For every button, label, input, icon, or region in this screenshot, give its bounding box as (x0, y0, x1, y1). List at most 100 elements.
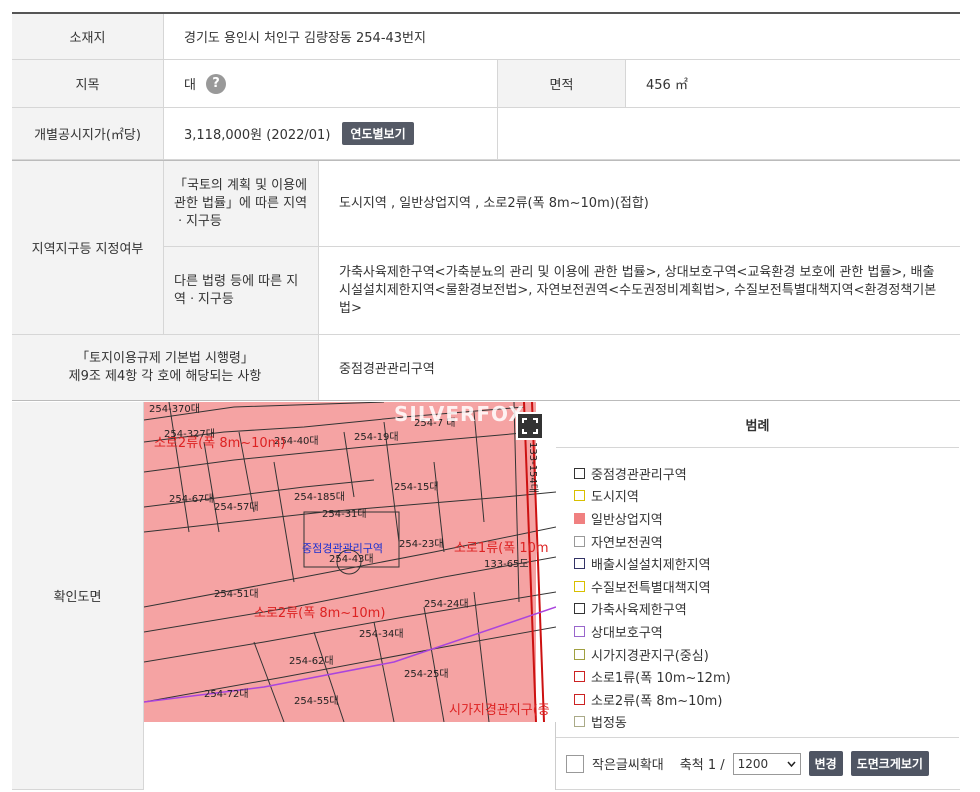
road-label: 시가지경관지구(중 (449, 703, 550, 718)
parcel-label: 254-185대 (294, 491, 345, 503)
small-text-checkbox[interactable] (566, 754, 584, 773)
other-law-row: 다른 법령 등에 따른 지역ㆍ지구등 가축사육제한구역<가축분뇨의 관리 및 이… (164, 247, 960, 334)
map-label: 확인도면 (12, 402, 144, 789)
legend-item-label: 도시지역 (591, 490, 639, 506)
legend-swatch (574, 648, 585, 660)
legend-item: 중점경관관리구역 (574, 462, 959, 485)
zoning-details: 「국토의 계획 및 이용에 관한 법률」에 따른 지역ㆍ지구등 도시지역 , 일… (164, 161, 960, 334)
legend-swatch (574, 625, 585, 637)
legend-item: 도시지역 (574, 485, 959, 508)
legend-item-label: 소로1류(폭 10m~12m) (591, 671, 731, 687)
area-value: 456 ㎡ (646, 78, 688, 93)
category-cell: 대 ? (164, 60, 498, 107)
map-section: 확인도면 254-370대 254-327대 254-40대 254-19대 2… (12, 402, 960, 790)
legend-swatch (574, 716, 585, 728)
price-cell: 3,118,000원 (2022/01) 연도별보기 (164, 108, 498, 159)
map-controls: 작은글씨확대 축척 1 / 1200 변경 도면크게보기 (556, 737, 959, 789)
national-law-value: 도시지역 , 일반상업지역 , 소로2류(폭 8m~10m)(접합) (339, 195, 649, 211)
land-rule-label: 「토지이용규제 기본법 시행령」 제9조 제4항 각 호에 해당되는 사항 (12, 335, 319, 400)
legend-swatch (574, 535, 585, 547)
legend-title: 범례 (556, 402, 959, 448)
legend-item: 상대보호구역 (574, 620, 959, 643)
scale-label: 축척 1 / (679, 758, 725, 773)
land-info-table: 소재지 경기도 용인시 처인구 김량장동 254-43번지 지목 대 ? 면적 … (12, 12, 960, 401)
category-row: 지목 대 ? 면적 456 ㎡ (12, 60, 960, 108)
legend-item-label: 법정동 (591, 716, 627, 732)
legend-swatch (574, 512, 585, 524)
legend-swatch (574, 467, 585, 479)
other-law-label: 다른 법령 등에 따른 지역ㆍ지구등 (164, 247, 319, 334)
legend-item-label: 상대보호구역 (591, 625, 663, 641)
other-law-value: 가축사육제한구역<가축분뇨의 관리 및 이용에 관한 법률>, 상대보호구역<교… (339, 264, 937, 316)
legend-item: 소로1류(폭 10m~12m) (574, 665, 959, 688)
zoning-label: 지역지구등 지정여부 (12, 161, 164, 334)
parcel-label: 254-19대 (354, 431, 399, 443)
parcel-label: 133-154대 (527, 442, 539, 493)
legend-item: 소로2류(폭 8m~10m) (574, 688, 959, 711)
legend-item-label: 소로2류(폭 8m~10m) (591, 693, 723, 709)
parcel-label: 254-67대 (169, 493, 214, 505)
land-rule-value: 중점경관관리구역 (339, 362, 435, 377)
parcel-label: 254-31대 (322, 508, 367, 520)
location-label: 소재지 (12, 14, 164, 59)
legend-list: 중점경관관리구역 도시지역 일반상업지역 자연보전권역 배출시설설치제한지역 수… (556, 448, 959, 733)
legend-item: 시가지경관지구(중심) (574, 643, 959, 666)
area-label: 면적 (498, 60, 626, 107)
parcel-label: 254-25대 (404, 668, 449, 680)
category-value: 대 (184, 78, 196, 93)
parcel-label: 254-15대 (394, 481, 439, 493)
expand-icon (522, 418, 538, 434)
parcel-label: 254-51대 (214, 588, 259, 600)
parcel-label: 254-62대 (289, 655, 334, 667)
legend-swatch (574, 671, 585, 683)
legend-item: 배출시설설치제한지역 (574, 552, 959, 575)
cadastral-map[interactable]: 254-370대 254-327대 254-40대 254-19대 254-7 … (144, 402, 556, 722)
help-icon[interactable]: ? (205, 73, 226, 94)
legend-item-label: 가축사육제한구역 (591, 603, 687, 619)
enlarge-map-button[interactable]: 도면크게보기 (850, 751, 929, 776)
legend-swatch (574, 490, 585, 502)
category-label: 지목 (12, 60, 164, 107)
legend-item: 일반상업지역 (574, 507, 959, 530)
legend-item: 법정동 (574, 711, 959, 734)
legend-item-label: 배출시설설치제한지역 (591, 558, 711, 574)
legend-swatch (574, 580, 585, 592)
legend-item: 자연보전권역 (574, 530, 959, 553)
land-rule-label-line1: 「토지이용규제 기본법 시행령」 (76, 350, 254, 366)
yearly-view-button[interactable]: 연도별보기 (342, 122, 414, 145)
fullscreen-button[interactable] (516, 412, 544, 440)
scale-value: 1200 (737, 756, 769, 771)
legend-swatch (574, 603, 585, 615)
parcel-label: 254-370대 (149, 403, 200, 415)
land-rule-label-line2: 제9조 제4항 각 호에 해당되는 사항 (68, 368, 262, 384)
legend-item-label: 시가지경관지구(중심) (591, 648, 709, 664)
parcel-label: 133-65도 (484, 559, 529, 570)
parcel-label: 254-57대 (214, 501, 259, 513)
price-empty-cell (498, 108, 960, 159)
legend-item-label: 중점경관관리구역 (591, 467, 687, 483)
legend-item-label: 일반상업지역 (591, 512, 663, 528)
parcel-label: 254-72대 (204, 688, 249, 700)
legend-item-label: 수질보전특별대책지역 (591, 580, 711, 596)
legend-item: 가축사육제한구역 (574, 598, 959, 621)
small-text-label: 작은글씨확대 (592, 758, 664, 773)
zoning-section: 지역지구등 지정여부 「국토의 계획 및 이용에 관한 법률」에 따른 지역ㆍ지… (12, 160, 960, 335)
map-drawing: 254-370대 254-327대 254-40대 254-19대 254-7 … (144, 402, 556, 722)
location-value: 경기도 용인시 처인구 김량장동 254-43번지 (184, 31, 426, 46)
change-scale-button[interactable]: 변경 (808, 751, 843, 776)
price-row: 개별공시지가(㎡당) 3,118,000원 (2022/01) 연도별보기 (12, 108, 960, 160)
legend-panel: 범례 중점경관관리구역 도시지역 일반상업지역 자연보전권역 배출시설설치제한지… (556, 402, 959, 789)
road-label: 소로2류(폭 8m~10m) (254, 606, 385, 621)
national-law-label: 「국토의 계획 및 이용에 관한 법률」에 따른 지역ㆍ지구등 (164, 161, 319, 246)
legend-item: 수질보전특별대책지역 (574, 575, 959, 598)
watermark-text: SILVERFOX (394, 402, 525, 426)
legend-item-label: 자연보전권역 (591, 535, 663, 551)
road-label: 소로2류(폭 8m~10m) (154, 436, 285, 451)
scale-select[interactable]: 1200 (732, 752, 801, 775)
land-rule-row: 「토지이용규제 기본법 시행령」 제9조 제4항 각 호에 해당되는 사항 중점… (12, 335, 960, 401)
parcel-label: 254-34대 (359, 628, 404, 640)
map-area[interactable]: 254-370대 254-327대 254-40대 254-19대 254-7 … (144, 402, 556, 790)
price-value: 3,118,000원 (2022/01) (184, 128, 331, 143)
road-label: 소로1류(폭 10m (454, 541, 549, 556)
legend-swatch (574, 693, 585, 705)
